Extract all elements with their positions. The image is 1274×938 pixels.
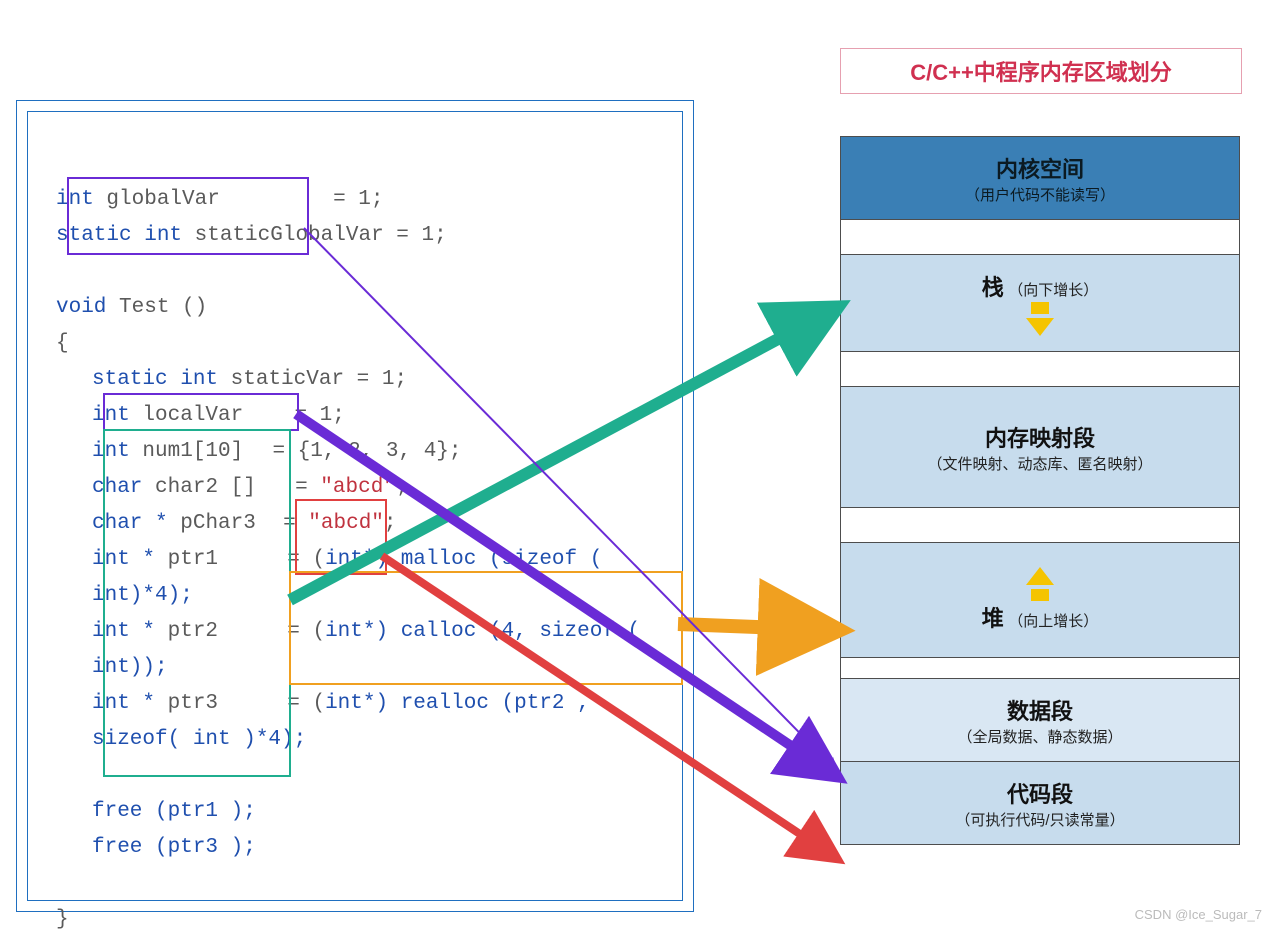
eq-staticglobal: = 1; [396, 224, 446, 247]
code-outer-frame: int globalVar = 1; static int staticGlob… [16, 100, 694, 912]
down-arrow-icon [841, 302, 1239, 336]
code-line-lbrace: { [56, 326, 654, 362]
mem-gap-2 [840, 352, 1240, 387]
diagram-title: C/C++中程序内存区域划分 [840, 48, 1242, 94]
code-line-rbrace: } [56, 902, 654, 938]
mem-text: 代码段 （可执行代码/只读常量） [840, 762, 1240, 845]
watermark: CSDN @Ice_Sugar_7 [1135, 907, 1262, 922]
memory-diagram: 内核空间 （用户代码不能读写） 栈 （向下增长） 内存映射段 （文件映射、动态库… [840, 136, 1240, 845]
highlight-malloc-calls [289, 571, 683, 685]
code-line-free1: free (ptr1 ); [92, 794, 654, 830]
mem-kernel: 内核空间 （用户代码不能读写） [840, 136, 1240, 220]
highlight-staticvar [103, 393, 299, 431]
eq-globalvar: = 1; [333, 188, 383, 211]
mem-gap-3 [840, 508, 1240, 543]
kw-void: void [56, 296, 106, 319]
diagram-title-text: C/C++中程序内存区域划分 [910, 60, 1172, 85]
mem-gap-4 [840, 658, 1240, 679]
mem-stack: 栈 （向下增长） [840, 255, 1240, 352]
highlight-local-stack [103, 429, 291, 777]
code-line-funcdecl: void Test () [56, 290, 654, 326]
id-funcname: Test () [119, 296, 207, 319]
mem-heap: 堆 （向上增长） [840, 543, 1240, 658]
mem-mmap: 内存映射段 （文件映射、动态库、匿名映射） [840, 387, 1240, 508]
up-arrow-icon [841, 567, 1239, 601]
mem-data: 数据段 （全局数据、静态数据） [840, 679, 1240, 762]
mem-gap-1 [840, 220, 1240, 255]
arrow-orange [678, 624, 836, 630]
code-line-free3: free (ptr3 ); [92, 830, 654, 866]
highlight-string-literals [295, 499, 387, 575]
highlight-global-static [67, 177, 309, 255]
